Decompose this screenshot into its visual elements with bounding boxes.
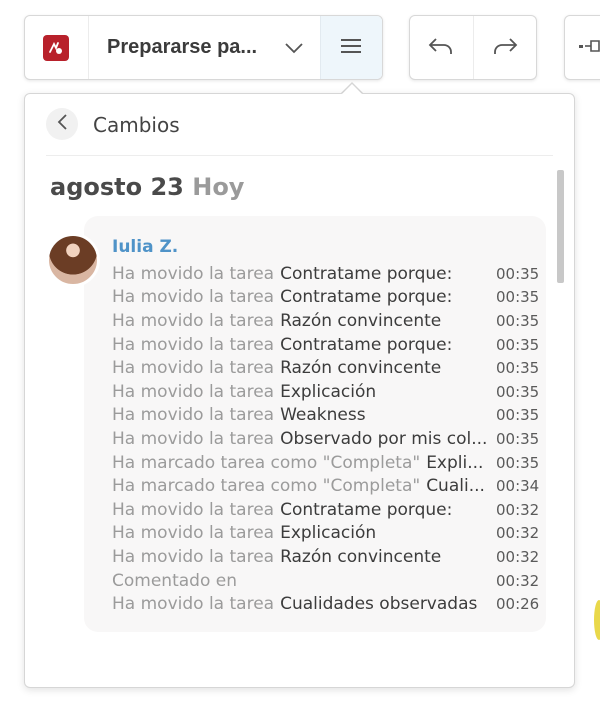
- change-target: Explicación: [280, 523, 377, 544]
- app-logo-icon: [43, 34, 70, 61]
- change-time: 00:35: [496, 311, 540, 330]
- document-toolbar: Prepararse pa...: [24, 15, 383, 80]
- avatar[interactable]: [46, 233, 100, 287]
- change-target: Contratame porque:: [280, 287, 453, 308]
- change-target: Razón convincente: [280, 358, 442, 379]
- document-title-dropdown[interactable]: Prepararse pa...: [87, 16, 320, 79]
- change-target: Expli...: [426, 452, 484, 473]
- change-time: 00:26: [496, 595, 540, 614]
- change-entry[interactable]: Ha movido la tarea Razón convincente 00:35: [112, 356, 540, 380]
- change-time: 00:32: [496, 500, 540, 519]
- change-target: Cualidades observadas: [280, 594, 478, 615]
- redo-button[interactable]: [472, 16, 537, 79]
- change-verb: Ha movido la tarea: [112, 546, 275, 567]
- changes-panel: Cambios agosto 23 Hoy Iulia Z. Ha movido…: [24, 93, 575, 688]
- change-entry[interactable]: Ha movido la tarea Cualidades observadas 0…: [112, 592, 540, 616]
- change-entry[interactable]: Ha movido la tarea Razón convincente 00:35: [112, 309, 540, 333]
- change-entry[interactable]: Ha movido la tarea Weakness 00:35: [112, 404, 540, 428]
- change-time: 00:35: [496, 429, 540, 448]
- change-time: 00:35: [496, 406, 540, 425]
- chevron-left-icon: [56, 113, 68, 135]
- change-target: Weakness: [280, 405, 366, 426]
- change-target: Razón convincente: [280, 546, 442, 567]
- change-target: Razón convincente: [280, 310, 442, 331]
- change-verb: Comentado en: [112, 570, 237, 591]
- menu-button[interactable]: [319, 16, 382, 79]
- change-time: 00:35: [496, 382, 540, 401]
- change-time: 00:32: [496, 524, 540, 543]
- change-verb: Ha movido la tarea: [112, 334, 275, 355]
- change-entry[interactable]: Ha movido la tarea Razón convincente 00:32: [112, 545, 540, 569]
- chevron-down-icon: [284, 42, 304, 54]
- change-verb: Ha movido la tarea: [112, 499, 275, 520]
- change-entry[interactable]: Ha movido la tarea Contratame porque: 00:3…: [112, 286, 540, 310]
- day-date: agosto 23: [50, 173, 184, 201]
- change-entry[interactable]: Ha movido la tarea Observado por mis col.…: [112, 427, 540, 451]
- change-time: 00:32: [496, 571, 540, 590]
- change-list: Ha movido la tarea Contratame porque: 00:3…: [112, 262, 540, 616]
- panel-caret-inner: [341, 84, 363, 95]
- panel-title: Cambios: [93, 113, 180, 137]
- change-entry[interactable]: Comentado en 00:32: [112, 569, 540, 593]
- undo-icon: [428, 37, 454, 59]
- change-verb: Ha movido la tarea: [112, 381, 275, 402]
- change-time: 00:35: [496, 335, 540, 354]
- document-title: Prepararse pa...: [106, 36, 258, 58]
- change-verb: Ha movido la tarea: [112, 263, 275, 284]
- hamburger-menu-icon: [341, 38, 362, 58]
- change-time: 00:35: [496, 288, 540, 307]
- change-verb: Ha marcado tarea como "Completa": [112, 476, 421, 497]
- user-name[interactable]: Iulia Z.: [112, 237, 178, 257]
- day-relative: Hoy: [192, 173, 245, 201]
- change-target: Explicación: [280, 381, 377, 402]
- panel-header: Cambios: [25, 94, 574, 156]
- header-divider: [46, 155, 553, 156]
- change-target: Observado por mis col...: [280, 428, 488, 449]
- change-verb: Ha movido la tarea: [112, 358, 275, 379]
- extra-toolbar: [564, 15, 600, 80]
- undo-button[interactable]: [410, 16, 473, 79]
- change-entry[interactable]: Ha movido la tarea Explicación 00:32: [112, 522, 540, 546]
- connector-button[interactable]: [565, 16, 600, 79]
- change-entry[interactable]: Ha marcado tarea como "Completa" Expli...…: [112, 451, 540, 475]
- change-entry[interactable]: Ha movido la tarea Contratame porque: 00:3…: [112, 333, 540, 357]
- scrollbar-thumb[interactable]: [557, 170, 564, 283]
- app-logo-button[interactable]: [25, 16, 88, 79]
- back-button[interactable]: [46, 108, 78, 140]
- change-verb: Ha movido la tarea: [112, 428, 275, 449]
- change-target: Contratame porque:: [280, 263, 453, 284]
- change-target: Contratame porque:: [280, 499, 453, 520]
- side-indicator: [594, 600, 600, 640]
- connector-icon: [577, 38, 600, 58]
- history-toolbar: [409, 15, 537, 80]
- change-time: 00:35: [496, 264, 540, 283]
- change-time: 00:34: [496, 477, 540, 496]
- change-entry[interactable]: Ha movido la tarea Contratame porque: 00:3…: [112, 262, 540, 286]
- change-time: 00:35: [496, 453, 540, 472]
- change-time: 00:35: [496, 359, 540, 378]
- change-target: Cuali...: [426, 476, 485, 497]
- change-verb: Ha marcado tarea como "Completa": [112, 452, 421, 473]
- redo-icon: [492, 37, 518, 59]
- day-heading: agosto 23 Hoy: [50, 173, 244, 201]
- change-entry[interactable]: Ha marcado tarea como "Completa" Cuali...…: [112, 474, 540, 498]
- change-verb: Ha movido la tarea: [112, 287, 275, 308]
- change-verb: Ha movido la tarea: [112, 310, 275, 331]
- change-entry[interactable]: Ha movido la tarea Contratame porque: 00:3…: [112, 498, 540, 522]
- change-time: 00:32: [496, 547, 540, 566]
- change-target: Contratame porque:: [280, 334, 453, 355]
- change-verb: Ha movido la tarea: [112, 594, 275, 615]
- change-verb: Ha movido la tarea: [112, 405, 275, 426]
- change-entry[interactable]: Ha movido la tarea Explicación 00:35: [112, 380, 540, 404]
- change-verb: Ha movido la tarea: [112, 523, 275, 544]
